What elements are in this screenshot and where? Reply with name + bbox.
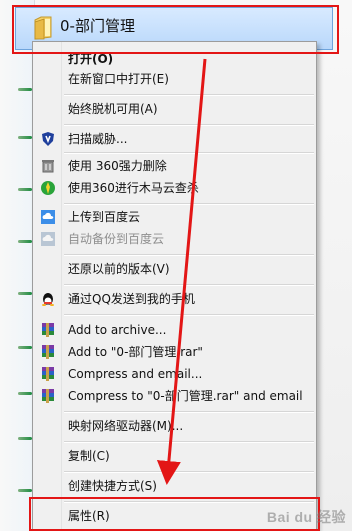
file-row-marker — [18, 392, 32, 395]
menu-item-restore-previous[interactable]: 还原以前的版本(V) — [34, 258, 315, 280]
menu-item-compress-rar-email[interactable]: Compress to "0-部门管理.rar" and email — [34, 385, 315, 407]
menu-item-label: 属性(R) — [68, 509, 110, 523]
menu-item-map-network-drive[interactable]: 映射网络驱动器(M)... — [34, 415, 315, 437]
menu-separator — [64, 124, 314, 126]
cloud-upload-icon — [41, 210, 55, 224]
file-row-marker — [18, 437, 32, 440]
menu-item-upload-baidu[interactable]: 上传到百度云 — [34, 206, 315, 228]
winrar-icon — [42, 367, 54, 381]
menu-item-label: Compress and email... — [68, 367, 203, 381]
menu-item-label: 自动备份到百度云 — [68, 232, 165, 246]
menu-separator — [64, 501, 314, 503]
menu-separator — [64, 94, 314, 96]
menu-item-add-rar[interactable]: Add to "0-部门管理.rar" — [34, 341, 315, 363]
menu-item-360-delete[interactable]: 使用 360强力删除 — [34, 155, 315, 177]
folder-name: 0-部门管理 — [60, 17, 135, 35]
qq-icon — [42, 293, 54, 306]
menu-separator — [64, 441, 314, 443]
delete-tool-icon — [42, 160, 54, 173]
menu-item-label: Add to "0-部门管理.rar" — [68, 345, 203, 359]
menu-item-label: 使用360进行木马云查杀 — [68, 181, 199, 195]
file-list-background — [0, 0, 35, 531]
menu-separator — [64, 314, 314, 316]
folder-icon — [34, 16, 52, 40]
cloud-backup-icon — [41, 232, 55, 246]
menu-item-label: Compress to "0-部门管理.rar" and email — [68, 389, 303, 403]
menu-item-label: 复制(C) — [68, 449, 110, 463]
menu-item-create-shortcut[interactable]: 创建快捷方式(S) — [34, 475, 315, 497]
menu-item-label: 始终脱机可用(A) — [68, 102, 158, 116]
menu-item-scan-threats[interactable]: 扫描威胁... — [34, 128, 315, 150]
winrar-icon — [42, 345, 54, 359]
menu-item-label: 映射网络驱动器(M)... — [68, 419, 184, 433]
menu-item-label: 在新窗口中打开(E) — [68, 72, 169, 86]
menu-item-open[interactable]: 打开(O) — [34, 48, 315, 70]
menu-separator — [64, 203, 314, 205]
file-row-marker — [18, 136, 32, 139]
menu-item-label: 上传到百度云 — [68, 210, 141, 224]
menu-item-open-new-window[interactable]: 在新窗口中打开(E) — [34, 68, 315, 90]
file-row-marker — [18, 489, 32, 492]
menu-item-auto-backup-baidu[interactable]: 自动备份到百度云 — [34, 228, 315, 250]
watermark: Bai du 经验 — [266, 509, 346, 525]
menu-item-label: 通过QQ发送到我的手机 — [68, 292, 195, 306]
menu-separator — [64, 284, 314, 286]
menu-item-add-archive[interactable]: Add to archive... — [34, 319, 315, 341]
menu-item-compress-email[interactable]: Compress and email... — [34, 363, 315, 385]
file-row-marker — [18, 240, 32, 243]
file-row-marker — [18, 88, 32, 91]
menu-separator — [64, 152, 314, 154]
menu-item-always-offline[interactable]: 始终脱机可用(A) — [34, 98, 315, 120]
file-row-marker — [18, 188, 32, 191]
menu-separator — [64, 471, 314, 473]
winrar-icon — [42, 323, 54, 337]
menu-separator — [64, 411, 314, 413]
menu-item-label: 打开(O) — [68, 52, 114, 66]
menu-item-label: 创建快捷方式(S) — [68, 479, 157, 493]
trojan-scan-icon — [41, 181, 55, 195]
menu-item-360-trojan-scan[interactable]: 使用360进行木马云查杀 — [34, 177, 315, 199]
file-row-marker — [18, 346, 32, 349]
menu-item-label: Add to archive... — [68, 323, 167, 337]
menu-item-qq-send[interactable]: 通过QQ发送到我的手机 — [34, 288, 315, 310]
shield-icon — [42, 132, 54, 146]
file-row-marker — [18, 292, 32, 295]
menu-item-label: 使用 360强力删除 — [68, 159, 167, 173]
menu-separator — [64, 254, 314, 256]
winrar-icon — [42, 389, 54, 403]
menu-item-copy[interactable]: 复制(C) — [34, 445, 315, 467]
menu-item-label: 扫描威胁... — [68, 132, 128, 146]
menu-item-label: 还原以前的版本(V) — [68, 262, 170, 276]
context-menu: 打开(O) 在新窗口中打开(E) 始终脱机可用(A) 扫描威胁... 使用 36… — [32, 41, 317, 531]
explorer-screen: 0-部门管理 打开(O) 在新窗口中打开(E) 始终脱机可用(A) 扫描威胁..… — [0, 0, 352, 531]
